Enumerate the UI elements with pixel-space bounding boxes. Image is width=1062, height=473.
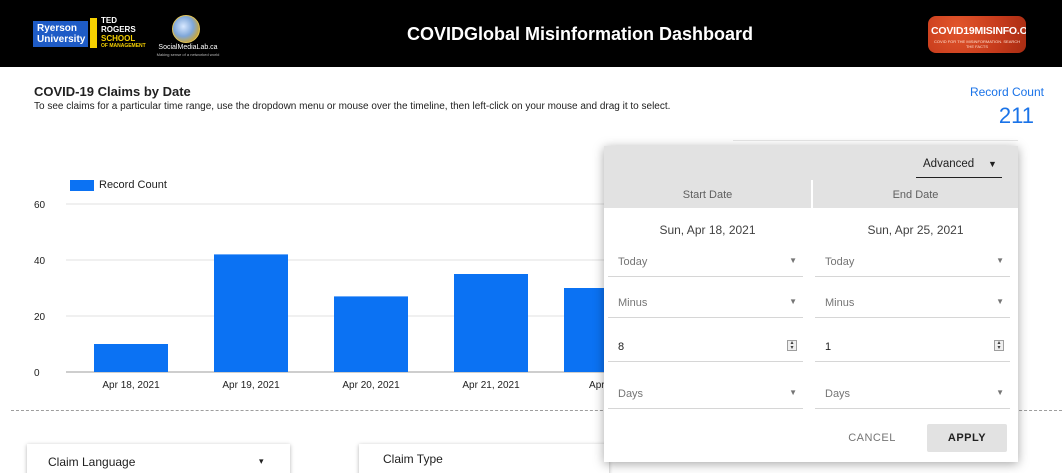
start-unit-select[interactable]: Days ▼ [608, 379, 803, 409]
end-anchor-select[interactable]: Today ▼ [815, 247, 1010, 277]
spinner-icon[interactable]: ▴ ▾ [787, 340, 797, 351]
start-operation-select[interactable]: Minus ▼ [608, 288, 803, 318]
globe-icon [172, 15, 200, 43]
caret-down-icon: ▼ [789, 256, 797, 265]
sml-logo-tagline: Making sense of a networked world [156, 52, 220, 57]
ted-rogers-logo-bar [90, 18, 97, 48]
ted-rogers-text: TED ROGERS [101, 16, 136, 34]
bar[interactable] [334, 296, 408, 372]
end-unit-value: Days [825, 388, 851, 400]
y-tick-label: 0 [34, 368, 40, 379]
cancel-button[interactable]: CANCEL [837, 424, 907, 452]
social-media-lab-logo: SocialMediaLab.ca Making sense of a netw… [154, 15, 220, 59]
chevron-down-icon: ▾ [259, 456, 264, 466]
end-date-header: End Date [892, 189, 939, 201]
bar[interactable] [454, 274, 528, 372]
bar[interactable] [94, 344, 168, 372]
sml-logo-text: SocialMediaLab.ca [158, 44, 218, 51]
end-amount-value: 1 [825, 341, 832, 353]
popup-header: Advanced ▼ Start Date End Date [604, 146, 1018, 208]
apply-button[interactable]: APPLY [927, 424, 1007, 452]
caret-down-icon: ▼ [996, 297, 1004, 306]
caret-down-icon: ▼ [789, 297, 797, 306]
x-tick-label: Apr 21, 2021 [462, 380, 520, 391]
date-mode-dropdown[interactable]: Advanced ▼ [916, 154, 1002, 178]
start-operation-value: Minus [618, 297, 648, 309]
x-tick-label: Apr 20, 2021 [342, 380, 400, 391]
start-date-header: Start Date [682, 189, 733, 201]
claim-language-filter[interactable]: Claim Language ▾ [27, 444, 290, 473]
covid19misinfo-badge[interactable]: COVID19MISINFO.ORG COVID FOR THE MISINFO… [928, 16, 1026, 53]
ryerson-logo: Ryerson University [33, 21, 88, 47]
caret-down-icon: ▼ [789, 388, 797, 397]
ted-rogers-logo: TED ROGERS SCHOOL OF MANAGEMENT [101, 16, 151, 52]
start-anchor-value: Today [618, 256, 648, 268]
end-anchor-value: Today [825, 256, 855, 268]
section-title: COVID-19 Claims by Date [34, 84, 191, 99]
end-amount-input[interactable]: 1 ▴ ▾ [815, 332, 1010, 362]
claims-by-date-chart[interactable]: 0 20 40 60 Apr 18, 2021 Apr 19, 2021 Apr 20, 2… [0, 190, 640, 400]
badge-subtitle: COVID FOR THE MISINFORMATION. SEARCH THE… [933, 39, 1021, 49]
caret-down-icon: ▼ [988, 159, 997, 169]
dashboard-page: Ryerson University TED ROGERS SCHOOL OF … [0, 0, 1062, 473]
spinner-icon[interactable]: ▴ ▾ [994, 340, 1004, 351]
start-amount-value: 8 [618, 341, 625, 353]
y-tick-label: 20 [34, 312, 46, 323]
start-date-value: Sun, Apr 18, 2021 [659, 223, 756, 237]
start-unit-value: Days [618, 388, 644, 400]
section-subtitle: To see claims for a particular time rang… [34, 101, 671, 112]
x-tick-label: Apr 18, 2021 [102, 380, 160, 391]
record-count-label: Record Count [969, 85, 1044, 99]
end-operation-value: Minus [825, 297, 855, 309]
caret-down-icon: ▼ [996, 388, 1004, 397]
start-amount-input[interactable]: 8 ▴ ▾ [608, 332, 803, 362]
y-tick-label: 60 [34, 200, 46, 211]
caret-down-icon: ▼ [996, 256, 1004, 265]
end-date-value: Sun, Apr 25, 2021 [867, 223, 964, 237]
page-title: COVIDGlobal Misinformation Dashboard [406, 24, 754, 44]
date-range-popup: Advanced ▼ Start Date End Date Sun, Apr … [604, 146, 1018, 462]
management-text: OF MANAGEMENT [101, 43, 146, 49]
end-operation-select[interactable]: Minus ▼ [815, 288, 1010, 318]
x-tick-label: Apr 19, 2021 [222, 380, 280, 391]
start-anchor-select[interactable]: Today ▼ [608, 247, 803, 277]
school-text: SCHOOL [101, 34, 136, 43]
date-mode-value: Advanced [923, 158, 975, 170]
claim-type-filter[interactable]: Claim Type [359, 444, 609, 473]
y-tick-label: 40 [34, 256, 46, 267]
record-count-value: 211 [998, 103, 1034, 128]
claim-type-label: Claim Type [383, 452, 443, 466]
end-unit-select[interactable]: Days ▼ [815, 379, 1010, 409]
badge-title: COVID19MISINFO.ORG [931, 25, 1026, 37]
claim-language-label: Claim Language [48, 455, 136, 469]
bar[interactable] [214, 254, 288, 372]
header-bar: Ryerson University TED ROGERS SCHOOL OF … [0, 0, 1062, 67]
